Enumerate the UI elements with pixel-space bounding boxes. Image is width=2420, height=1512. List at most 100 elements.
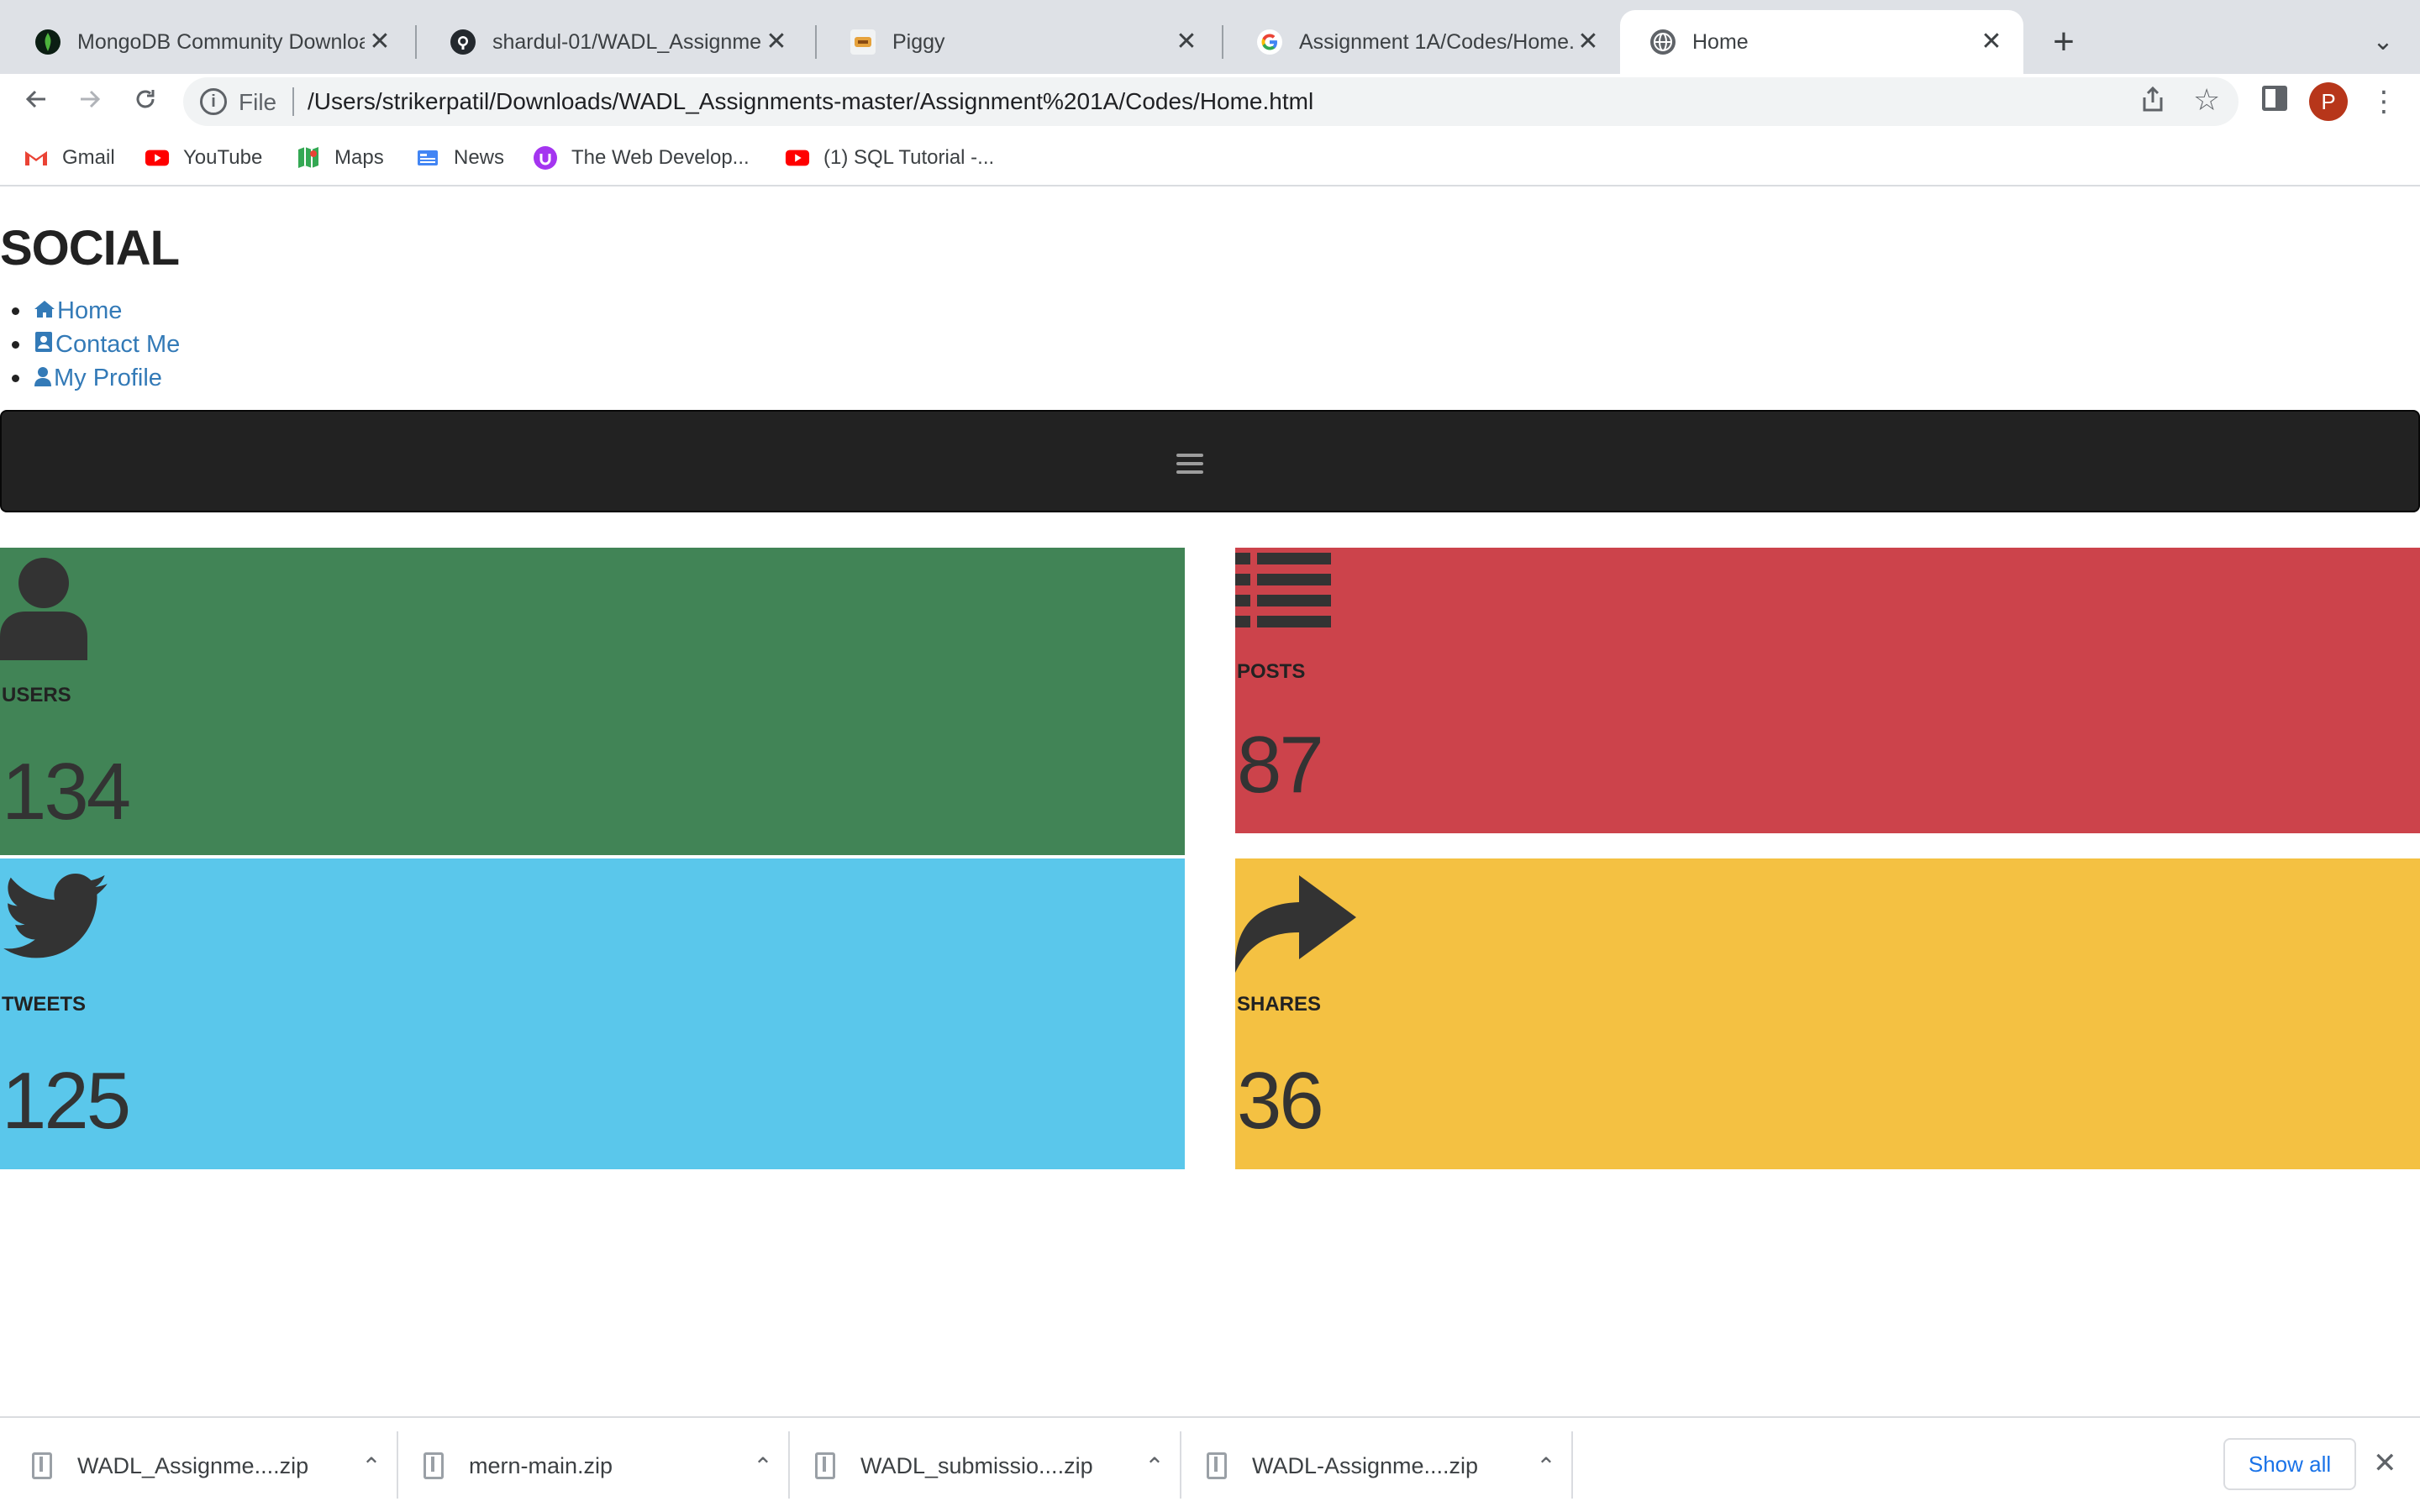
reload-icon bbox=[136, 90, 155, 108]
list-icon bbox=[1235, 551, 1331, 633]
download-item[interactable]: WADL_Assignme....zip ⌃ bbox=[0, 1418, 395, 1512]
reload-button[interactable] bbox=[123, 79, 168, 124]
download-item[interactable]: WADL_submissio....zip ⌃ bbox=[783, 1418, 1178, 1512]
contact-icon bbox=[34, 328, 54, 362]
share-icon[interactable] bbox=[2141, 86, 2165, 119]
zip-file-icon bbox=[424, 1452, 444, 1479]
news-icon bbox=[415, 145, 440, 171]
tab-github[interactable]: shardul-01/WADL_Assignments ✕ bbox=[420, 10, 808, 74]
show-all-button[interactable]: Show all bbox=[2223, 1438, 2356, 1490]
profile-avatar[interactable]: P bbox=[2309, 82, 2348, 121]
omnibox-divider bbox=[292, 87, 294, 116]
piggy-icon bbox=[850, 29, 876, 55]
forward-button[interactable] bbox=[67, 79, 113, 124]
bookmark-star-icon[interactable]: ☆ bbox=[2193, 82, 2220, 118]
bookmark-sql-tutorial[interactable]: (1) SQL Tutorial -... bbox=[785, 143, 994, 173]
back-button[interactable] bbox=[13, 79, 59, 124]
github-icon bbox=[450, 29, 476, 55]
nav-item-profile[interactable]: My Profile bbox=[12, 361, 180, 395]
stat-label: USERS bbox=[2, 684, 71, 706]
close-tab-icon[interactable]: ✕ bbox=[1171, 27, 1202, 57]
back-arrow-icon bbox=[25, 90, 45, 108]
stat-value: 134 bbox=[2, 747, 131, 837]
bookmark-label: News bbox=[454, 146, 505, 169]
bookmark-gmail[interactable]: Gmail bbox=[24, 143, 115, 173]
bookmark-news[interactable]: News bbox=[415, 143, 504, 173]
address-bar[interactable]: i File /Users/strikerpatil/Downloads/WAD… bbox=[183, 77, 2238, 126]
close-tab-icon[interactable]: ✕ bbox=[365, 27, 395, 57]
stat-label: SHARES bbox=[1237, 993, 1322, 1016]
chevron-up-icon[interactable]: ⌃ bbox=[746, 1452, 780, 1480]
user-icon bbox=[34, 362, 52, 396]
share-icon bbox=[1235, 864, 1356, 977]
gmail-icon bbox=[24, 145, 49, 171]
maps-icon bbox=[296, 145, 321, 171]
close-shelf-icon[interactable]: ✕ bbox=[2373, 1445, 2397, 1482]
site-brand: SOCIAL bbox=[0, 221, 180, 276]
tab-mongodb[interactable]: MongoDB Community Downloa ✕ bbox=[5, 10, 412, 74]
bookmark-label: Gmail bbox=[62, 146, 115, 169]
globe-icon bbox=[1650, 29, 1676, 55]
url-text[interactable]: /Users/strikerpatil/Downloads/WADL_Assig… bbox=[308, 88, 1313, 115]
downloads-shelf: WADL_Assignme....zip ⌃ mern-main.zip ⌃ W… bbox=[0, 1416, 2420, 1512]
twitter-icon bbox=[3, 874, 108, 963]
zip-file-icon bbox=[815, 1452, 835, 1479]
nav-item-home[interactable]: Home bbox=[12, 294, 180, 328]
google-icon bbox=[1257, 29, 1282, 55]
stat-card-posts: POSTS 87 bbox=[1235, 548, 2420, 833]
site-info-icon[interactable]: i bbox=[200, 88, 227, 115]
tab-search-button[interactable]: ⌄ bbox=[2361, 20, 2405, 64]
close-tab-icon[interactable]: ✕ bbox=[1976, 27, 2007, 57]
tab-separator bbox=[815, 25, 817, 59]
chevron-up-icon[interactable]: ⌃ bbox=[1138, 1452, 1171, 1480]
stat-card-tweets: TWEETS 125 bbox=[0, 858, 1185, 1169]
tab-separator bbox=[415, 25, 417, 59]
tab-title: Piggy bbox=[892, 29, 945, 54]
url-scheme-label: File bbox=[239, 89, 277, 115]
close-tab-icon[interactable]: ✕ bbox=[1573, 27, 1603, 57]
tab-assignment[interactable]: Assignment 1A/Codes/Home.ht ✕ bbox=[1227, 10, 1620, 74]
stat-label: POSTS bbox=[1237, 660, 1306, 683]
download-item[interactable]: mern-main.zip ⌃ bbox=[392, 1418, 786, 1512]
stat-value: 125 bbox=[2, 1056, 131, 1146]
nav-label: Home bbox=[57, 297, 123, 324]
hamburger-menu-icon[interactable] bbox=[1176, 454, 1203, 475]
chevron-up-icon[interactable]: ⌃ bbox=[355, 1452, 388, 1480]
new-tab-button[interactable]: + bbox=[2042, 20, 2086, 64]
tab-title: shardul-01/WADL_Assignments bbox=[492, 29, 761, 54]
bookmark-label: Maps bbox=[334, 146, 384, 169]
zip-file-icon bbox=[1207, 1452, 1227, 1479]
user-icon bbox=[0, 556, 87, 664]
nav-label: My Profile bbox=[54, 365, 162, 391]
tab-strip: MongoDB Community Downloa ✕ shardul-01/W… bbox=[0, 0, 2420, 74]
youtube-icon bbox=[145, 145, 170, 171]
browser-toolbar: i File /Users/strikerpatil/Downloads/WAD… bbox=[0, 74, 2420, 129]
menu-kebab-icon[interactable]: ⋮ bbox=[2370, 79, 2398, 124]
download-name: mern-main.zip bbox=[469, 1452, 613, 1478]
nav-item-contact[interactable]: Contact Me bbox=[12, 328, 180, 361]
download-name: WADL-Assignme....zip bbox=[1252, 1452, 1479, 1478]
stat-card-shares: SHARES 36 bbox=[1235, 858, 2420, 1169]
tab-piggy[interactable]: Piggy ✕ bbox=[820, 10, 1218, 74]
side-panel-icon[interactable] bbox=[2262, 86, 2287, 111]
bookmark-web-develop[interactable]: The Web Develop... bbox=[533, 143, 750, 173]
bookmark-youtube[interactable]: YouTube bbox=[145, 143, 262, 173]
forward-arrow-icon bbox=[81, 90, 101, 108]
download-name: WADL_Assignme....zip bbox=[77, 1452, 309, 1478]
mongodb-icon bbox=[35, 29, 60, 55]
tab-separator bbox=[1222, 25, 1223, 59]
browser-chrome: MongoDB Community Downloa ✕ shardul-01/W… bbox=[0, 0, 2420, 186]
youtube-icon bbox=[785, 145, 810, 171]
udemy-icon bbox=[533, 145, 558, 171]
chevron-up-icon[interactable]: ⌃ bbox=[1529, 1452, 1563, 1480]
bookmarks-bar: Gmail YouTube Maps News The Web Develop.… bbox=[0, 134, 2420, 181]
tab-title: MongoDB Community Downloa bbox=[77, 29, 365, 54]
home-icon bbox=[34, 295, 55, 328]
bookmark-label: (1) SQL Tutorial -... bbox=[823, 146, 995, 169]
stat-value: 87 bbox=[1237, 720, 1324, 810]
collapsed-navbar bbox=[0, 410, 2420, 512]
download-item[interactable]: WADL-Assignme....zip ⌃ bbox=[1175, 1418, 1570, 1512]
bookmark-maps[interactable]: Maps bbox=[296, 143, 384, 173]
tab-home[interactable]: Home ✕ bbox=[1620, 10, 2023, 74]
close-tab-icon[interactable]: ✕ bbox=[761, 27, 792, 57]
